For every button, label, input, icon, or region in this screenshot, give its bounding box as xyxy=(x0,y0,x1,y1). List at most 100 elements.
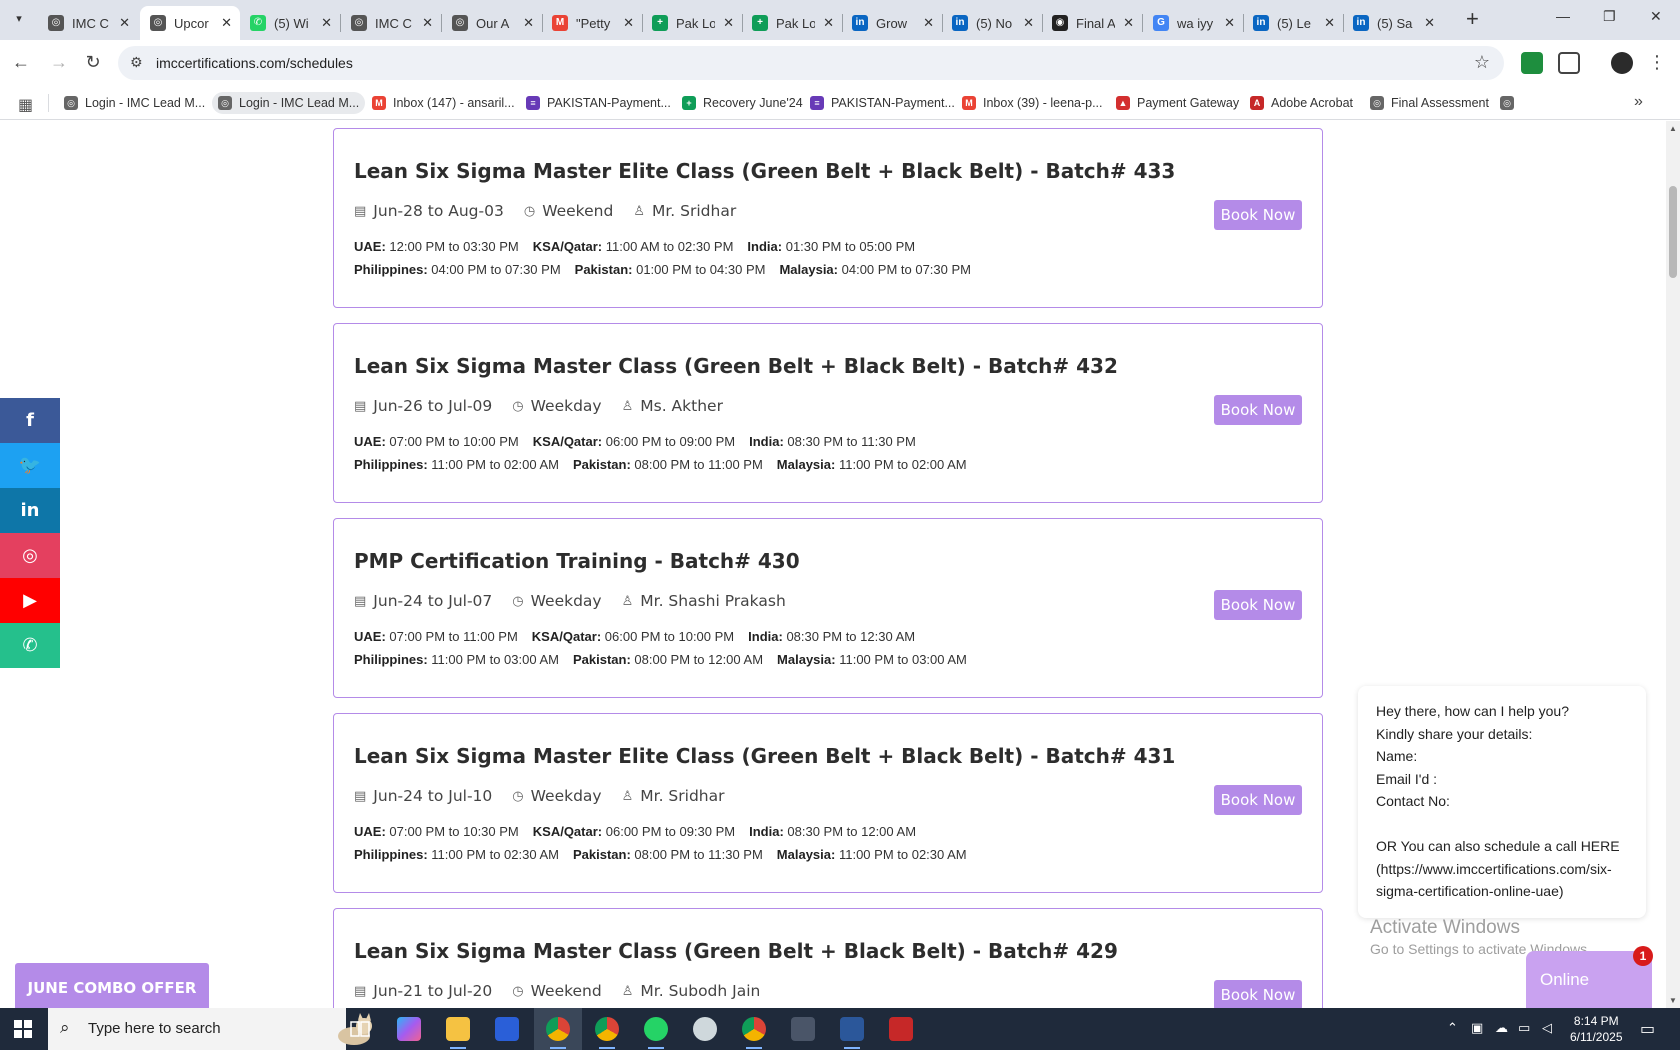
copilot-icon[interactable] xyxy=(397,1017,421,1041)
forward-button[interactable]: → xyxy=(48,52,70,73)
bookmark-item[interactable]: ◎ Login - IMC Lead M... xyxy=(212,92,366,114)
book-now-button[interactable]: Book Now xyxy=(1214,980,1302,1008)
reload-button[interactable]: ↻ xyxy=(82,52,104,73)
tab-close-icon[interactable]: ✕ xyxy=(321,15,332,31)
book-now-button[interactable]: Book Now xyxy=(1214,590,1302,620)
tab-close-icon[interactable]: ✕ xyxy=(723,15,734,31)
chrome-profile-icon[interactable] xyxy=(595,1017,619,1049)
browser-menu-icon[interactable]: ⋮ xyxy=(1646,52,1668,73)
extensions-puzzle-icon[interactable] xyxy=(1558,52,1580,74)
browser-tab[interactable]: ◎ IMC C ✕ xyxy=(341,6,441,40)
browser-tab[interactable]: + Pak Lo ✕ xyxy=(742,6,842,40)
bookmark-item[interactable]: ≡ PAKISTAN-Payment... xyxy=(520,92,677,114)
browser-tab[interactable]: in (5) Le ✕ xyxy=(1243,6,1343,40)
back-button[interactable]: ← xyxy=(10,52,32,73)
browser-tab[interactable]: in (5) No ✕ xyxy=(942,6,1042,40)
browser-tab[interactable]: ◎ IMC C ✕ xyxy=(38,6,138,40)
minimize-button[interactable]: — xyxy=(1556,8,1570,24)
close-window-button[interactable]: ✕ xyxy=(1650,8,1662,25)
apps-grid-icon[interactable]: ▦ xyxy=(18,95,33,115)
new-tab-button[interactable]: + xyxy=(1466,8,1479,30)
chrome-alt-icon[interactable] xyxy=(742,1017,766,1049)
bookmark-item[interactable]: A Adobe Acrobat xyxy=(1244,92,1359,114)
tab-close-icon[interactable]: ✕ xyxy=(422,15,433,31)
bookmark-item[interactable]: + Recovery June'24 xyxy=(676,92,809,114)
bookmark-item[interactable]: ◎ Login - IMC Lead M... xyxy=(58,92,211,114)
scroll-down-arrow-icon[interactable]: ▼ xyxy=(1669,996,1677,1005)
bookmark-item[interactable]: M Inbox (39) - leena-p... xyxy=(956,92,1109,114)
address-bar[interactable]: ⚙ imccertifications.com/schedules ☆ xyxy=(118,46,1504,80)
bookmark-item[interactable]: ▲ Payment Gateway xyxy=(1110,92,1245,114)
tab-active[interactable]: ◎ Upcor ✕ xyxy=(140,6,240,40)
tray-chevron-icon[interactable]: ⌃ xyxy=(1447,1020,1458,1036)
facebook-icon[interactable]: f xyxy=(0,398,60,443)
tab-close-icon[interactable]: ✕ xyxy=(221,15,232,31)
tab-close-icon[interactable]: ✕ xyxy=(523,15,534,31)
network-icon[interactable]: ▭ xyxy=(1518,1020,1530,1036)
acrobat-icon[interactable] xyxy=(889,1017,913,1041)
tab-close-icon[interactable]: ✕ xyxy=(1424,15,1435,31)
windows-start-icon[interactable] xyxy=(14,1020,32,1038)
notification-icon[interactable]: ▭ xyxy=(1640,1019,1655,1039)
tab-close-icon[interactable]: ✕ xyxy=(1023,15,1034,31)
taskbar-search-box[interactable]: ⌕ Type here to search xyxy=(48,1008,372,1050)
instagram-icon[interactable]: ◎ xyxy=(0,533,60,578)
site-info-icon[interactable]: ⚙ xyxy=(130,54,143,71)
browser-tab[interactable]: in Grow ✕ xyxy=(842,6,942,40)
word-icon[interactable] xyxy=(840,1017,864,1049)
tray-meet-icon[interactable]: ▣ xyxy=(1471,1020,1483,1036)
june-combo-offer-button[interactable]: JUNE COMBO OFFER xyxy=(15,963,209,1008)
book-now-button[interactable]: Book Now xyxy=(1214,200,1302,230)
bookmark-item[interactable]: ◎ Final Assessment xyxy=(1364,92,1495,114)
tray-cloud-icon[interactable]: ☁ xyxy=(1495,1020,1508,1036)
bookmark-star-icon[interactable]: ☆ xyxy=(1474,52,1490,73)
book-now-button[interactable]: Book Now xyxy=(1214,395,1302,425)
url-text[interactable]: imccertifications.com/schedules xyxy=(156,55,353,71)
browser-tab[interactable]: Gwa iyy ✕ xyxy=(1143,6,1243,40)
tab-close-icon[interactable]: ✕ xyxy=(1224,15,1235,31)
course-title[interactable]: Lean Six Sigma Master Elite Class (Green… xyxy=(354,744,1175,768)
course-title[interactable]: Lean Six Sigma Master Class (Green Belt … xyxy=(354,354,1118,378)
twitter-icon[interactable]: 🐦 xyxy=(0,443,60,488)
chrome-icon[interactable] xyxy=(546,1017,570,1049)
tab-close-icon[interactable]: ✕ xyxy=(119,15,130,31)
file-explorer-icon[interactable] xyxy=(446,1017,470,1049)
timezone-slot: Pakistan: 08:00 PM to 11:00 PM xyxy=(573,457,763,472)
restore-button[interactable]: ❐ xyxy=(1603,8,1616,25)
browser-tab[interactable]: ◎ Our A ✕ xyxy=(442,6,542,40)
browser-tab[interactable]: in (5) Sa ✕ xyxy=(1343,6,1443,40)
course-title[interactable]: Lean Six Sigma Master Class (Green Belt … xyxy=(354,939,1118,963)
linkedin-icon[interactable]: in xyxy=(0,488,60,533)
tab-close-icon[interactable]: ✕ xyxy=(923,15,934,31)
browser-tab[interactable]: + Pak Lo ✕ xyxy=(642,6,742,40)
course-title[interactable]: PMP Certification Training - Batch# 430 xyxy=(354,549,800,573)
tab-close-icon[interactable]: ✕ xyxy=(1123,15,1134,31)
book-now-button[interactable]: Book Now xyxy=(1214,785,1302,815)
bookmark-item[interactable]: ≡ PAKISTAN-Payment... xyxy=(804,92,961,114)
whatsapp-icon[interactable] xyxy=(644,1017,668,1049)
extension-icon[interactable] xyxy=(1521,52,1543,74)
app-icon[interactable] xyxy=(495,1017,519,1041)
youtube-icon[interactable]: ▶ xyxy=(0,578,60,623)
scroll-thumb[interactable] xyxy=(1669,186,1677,278)
tab-close-icon[interactable]: ✕ xyxy=(1324,15,1335,31)
taskbar-clock[interactable]: 8:14 PM 6/11/2025 xyxy=(1570,1013,1623,1045)
browser-tab[interactable]: M "Petty ✕ xyxy=(542,6,642,40)
page-scrollbar[interactable]: ▲ ▼ xyxy=(1666,121,1680,1008)
task-view-icon[interactable] xyxy=(348,1017,372,1041)
scroll-up-arrow-icon[interactable]: ▲ xyxy=(1669,124,1677,133)
more-bookmarks-icon[interactable]: » xyxy=(1634,93,1643,111)
volume-icon[interactable]: ◁ xyxy=(1542,1020,1552,1036)
tab-close-icon[interactable]: ✕ xyxy=(623,15,634,31)
browser-tab[interactable]: ◉ Final A ✕ xyxy=(1042,6,1142,40)
tab-close-icon[interactable]: ✕ xyxy=(823,15,834,31)
settings-gear-icon[interactable] xyxy=(791,1017,815,1041)
course-title[interactable]: Lean Six Sigma Master Elite Class (Green… xyxy=(354,159,1175,183)
bookmark-item[interactable]: M Inbox (147) - ansaril... xyxy=(366,92,521,114)
profile-avatar[interactable] xyxy=(1611,52,1633,74)
whatsapp-icon[interactable]: ✆ xyxy=(0,623,60,668)
browser-tab[interactable]: ✆ (5) Wi ✕ xyxy=(240,6,340,40)
tab-search-button[interactable]: ▾ xyxy=(8,8,30,30)
bookmark-extra[interactable]: ◎ xyxy=(1494,92,1527,114)
clock-app-icon[interactable] xyxy=(693,1017,717,1041)
